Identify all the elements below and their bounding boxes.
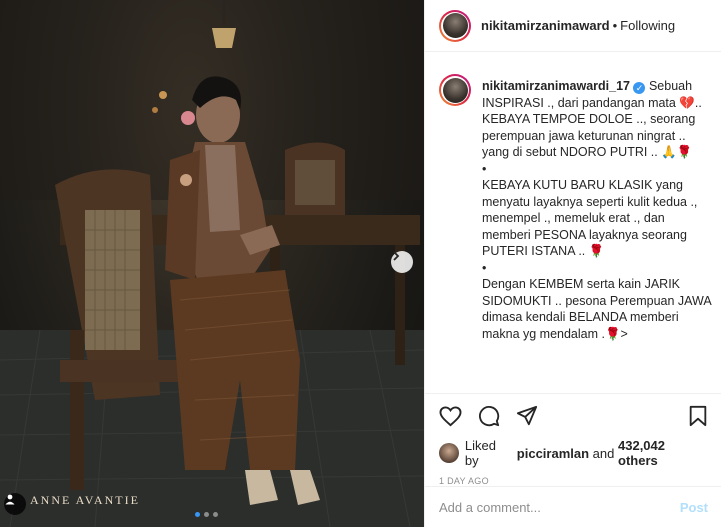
- post-header: nikitamirzanimaward • Following: [425, 0, 721, 52]
- verified-badge-icon: ✓: [633, 82, 646, 94]
- caption-text: nikitamirzanimawardi_17 ✓ Sebuah INSPIRA…: [482, 78, 714, 342]
- photo-illustration: [0, 0, 424, 527]
- caption-username[interactable]: nikitamirzanimawardi_17: [482, 79, 630, 93]
- carousel-dot-3: [213, 512, 218, 517]
- next-photo-button[interactable]: [391, 251, 413, 273]
- comment-input[interactable]: [439, 499, 680, 515]
- likes-prefix: Liked by: [464, 438, 496, 468]
- carousel-dot-2: [204, 512, 209, 517]
- comment-button[interactable]: [478, 405, 500, 427]
- post-actions: Liked by picciramlan and 432,042 others …: [425, 393, 721, 486]
- heart-icon: [439, 405, 462, 426]
- likes-summary: Liked by picciramlan and 432,042 others: [439, 438, 708, 468]
- like-button[interactable]: [439, 405, 462, 427]
- author-username[interactable]: nikitamirzanimaward: [481, 18, 610, 33]
- post-timestamp[interactable]: 1 DAY AGO: [439, 476, 708, 486]
- post-photo[interactable]: ANNE AVANTIE: [0, 0, 424, 527]
- post-side-panel: nikitamirzanimaward • Following nikitami…: [424, 0, 721, 527]
- photo-watermark: ANNE AVANTIE: [30, 493, 140, 507]
- share-button[interactable]: [516, 405, 538, 427]
- caption-bullet-2: •: [482, 260, 487, 275]
- likes-count[interactable]: 432,042 others: [618, 438, 708, 468]
- bookmark-icon: [689, 405, 707, 427]
- comment-box: Post: [425, 486, 721, 527]
- caption-bullet-1: •: [482, 161, 487, 176]
- carousel-dots: [195, 512, 218, 517]
- liker-username[interactable]: picciramlan: [517, 446, 589, 461]
- likes-and: and: [592, 445, 615, 461]
- post-caption: nikitamirzanimawardi_17 ✓ Sebuah INSPIRA…: [439, 70, 714, 390]
- header-separator: •: [612, 18, 618, 33]
- carousel-dot-1: [195, 512, 200, 517]
- author-avatar[interactable]: [439, 9, 471, 42]
- caption-paragraph-2: KEBAYA KUTU BARU KLASIK yang menyatu lay…: [482, 178, 698, 258]
- share-icon: [516, 405, 538, 426]
- tagged-users-button[interactable]: [4, 493, 26, 515]
- save-button[interactable]: [688, 405, 708, 427]
- liker-avatar[interactable]: [439, 443, 459, 463]
- caption-author-avatar[interactable]: [439, 74, 471, 106]
- user-tag-icon: [5, 494, 15, 505]
- post-comment-button[interactable]: Post: [680, 500, 708, 515]
- following-button[interactable]: Following: [620, 18, 675, 33]
- comment-icon: [479, 406, 500, 427]
- caption-paragraph-3: Dengan KEMBEM serta kain JARIK SIDOMUKTI…: [482, 277, 712, 341]
- action-icons: [439, 404, 708, 428]
- chevron-right-icon: [393, 251, 400, 261]
